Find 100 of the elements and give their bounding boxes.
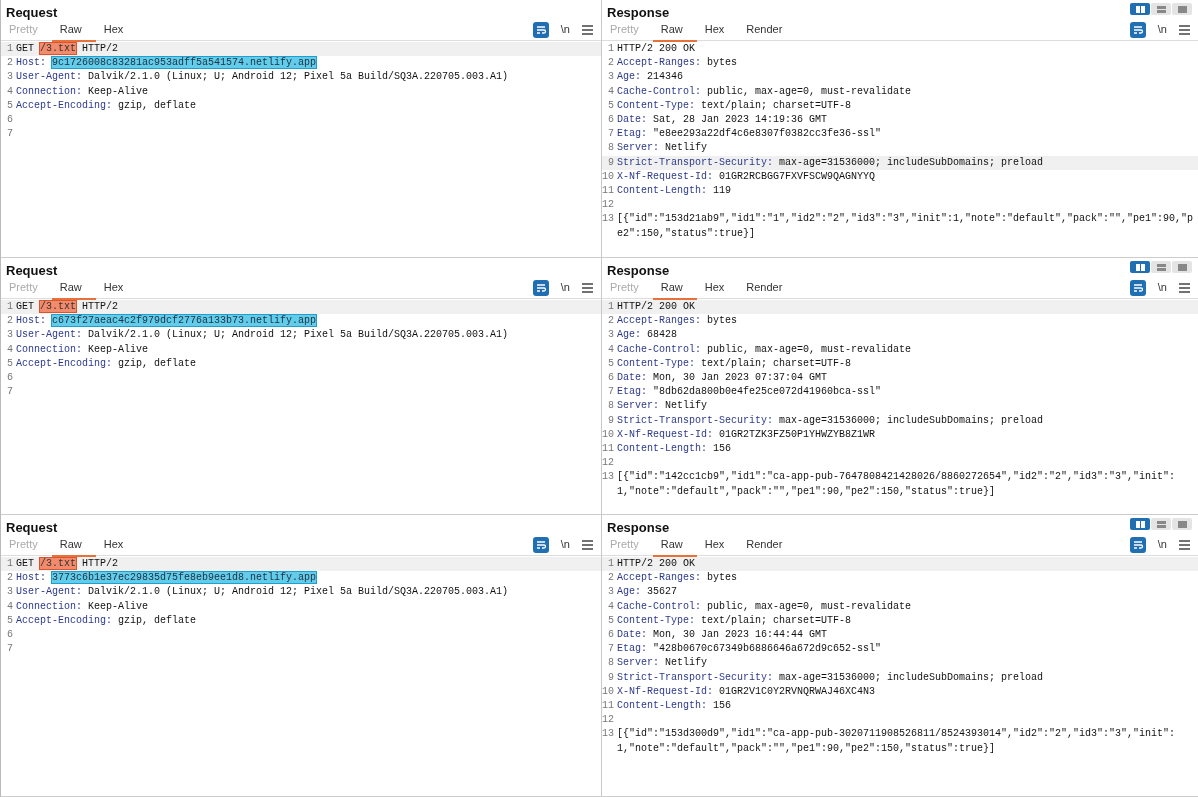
newline-toggle[interactable]: \n	[560, 536, 570, 553]
line-number: 5	[607, 613, 615, 628]
menu-icon[interactable]	[1179, 24, 1190, 35]
view-tab[interactable]: Render	[738, 275, 797, 300]
wrap-toggle-icon[interactable]	[532, 279, 549, 296]
code-text: 68428	[646, 329, 678, 341]
newline-toggle[interactable]: \n	[1157, 536, 1167, 553]
wrap-toggle-icon[interactable]	[532, 536, 549, 553]
line-number: 5	[607, 98, 615, 113]
view-mode-button[interactable]	[1151, 3, 1171, 15]
header-name: Age:	[617, 71, 641, 83]
line-number: 3	[607, 70, 615, 85]
view-mode-button[interactable]	[1151, 261, 1171, 273]
view-tab[interactable]: Render	[738, 532, 797, 557]
header-name: Strict-Transport-Security:	[617, 414, 774, 426]
code-text: 214346	[646, 71, 684, 83]
code-text: Netlify	[664, 400, 708, 412]
view-tab[interactable]: Hex	[696, 17, 739, 42]
line-number: 10	[602, 427, 615, 442]
code-text: HTTP/2 200 OK	[617, 43, 695, 54]
header-name: User-Agent:	[16, 329, 82, 341]
menu-icon[interactable]	[1179, 539, 1190, 550]
code-text: bytes	[706, 57, 738, 69]
line-number: 4	[607, 342, 615, 357]
code-text: Keep-Alive	[87, 85, 149, 97]
code-text: [{"id":"153d300d9","id1":"ca-app-pub-3020711908526811/8524393014","id2":"2","id3":"3","init":1,"note":"default","pack":"","pe1":90,"pe2":150,"status":true}]	[617, 728, 1176, 754]
code-text: Dalvik/2.1.0 (Linux; U; Android 12; Pixel 5a Build/SQ3A.220705.003.A1)	[87, 71, 509, 83]
view-tab[interactable]: Hex	[696, 275, 739, 300]
view-mode-button[interactable]	[1130, 3, 1150, 15]
view-mode-button[interactable]	[1130, 261, 1150, 273]
line-number: 9	[607, 413, 615, 428]
line-number: 6	[6, 113, 14, 127]
line-number: 6	[607, 113, 615, 127]
view-tab[interactable]: Hex	[95, 275, 138, 300]
code-text: Mon, 30 Jan 2023 07:37:04 GMT	[652, 372, 828, 383]
menu-icon[interactable]	[582, 282, 593, 293]
wrap-toggle-icon[interactable]	[532, 21, 549, 38]
wrap-toggle-icon[interactable]	[1129, 536, 1146, 553]
header-name: Accept-Ranges:	[617, 315, 701, 327]
code-text: Netlify	[664, 657, 708, 669]
layout-icon	[1135, 263, 1145, 271]
header-name: Accept-Encoding:	[16, 99, 112, 111]
menu-icon[interactable]	[582, 24, 593, 35]
line-number: 2	[6, 314, 14, 329]
line-number: 7	[607, 127, 615, 142]
header-name: Host:	[16, 315, 47, 327]
view-tab[interactable]: Hex	[696, 532, 739, 557]
view-mode-button[interactable]	[1151, 518, 1171, 530]
view-tab[interactable]: Raw	[652, 17, 697, 42]
line-number: 13	[602, 727, 615, 742]
line-number: 5	[6, 356, 14, 371]
line-number: 9	[607, 670, 615, 685]
line-number: 3	[6, 328, 14, 343]
code-text: 01GR2RCBGG7FXVFSCW9QAGNYYQ	[718, 170, 876, 182]
line-number: 10	[602, 684, 615, 699]
line-number: 3	[6, 70, 14, 85]
view-tab[interactable]: Hex	[95, 532, 138, 557]
wrap-toggle-icon[interactable]	[1129, 21, 1146, 38]
line-number: 3	[6, 585, 14, 600]
view-mode-button[interactable]	[1172, 518, 1192, 530]
line-number: 3	[607, 585, 615, 600]
path-highlight: /3.txt	[40, 558, 77, 569]
line-number: 5	[607, 356, 615, 371]
header-name: User-Agent:	[16, 71, 82, 83]
line-number: 13	[602, 212, 615, 227]
code-text: text/plain; charset=UTF-8	[700, 614, 852, 626]
header-name: Accept-Ranges:	[617, 57, 701, 69]
wrap-toggle-icon[interactable]	[1129, 279, 1146, 296]
line-number: 11	[602, 699, 615, 714]
layout-icon	[1135, 5, 1145, 13]
view-tab[interactable]: Hex	[95, 17, 138, 42]
layout-icon	[1156, 263, 1166, 271]
menu-icon[interactable]	[582, 539, 593, 550]
code-text: [{"id":"142cc1cb9","id1":"ca-app-pub-7647808421428026/8860272654","id2":"2","id3":"3","init":1,"note":"default","pack":"","pe1":90,"pe2":150,"status":true}]	[617, 471, 1176, 497]
newline-toggle[interactable]: \n	[1157, 279, 1167, 296]
header-name: Cache-Control:	[617, 85, 701, 97]
newline-toggle[interactable]: \n	[1157, 21, 1167, 38]
newline-toggle[interactable]: \n	[560, 21, 570, 38]
header-name: X-Nf-Request-Id:	[617, 170, 713, 182]
line-number: 8	[607, 141, 615, 156]
header-name: Accept-Encoding:	[16, 614, 112, 626]
code-text: bytes	[706, 315, 738, 327]
code-text: gzip, deflate	[117, 357, 197, 369]
code-text: HTTP/2 200 OK	[617, 558, 695, 569]
line-number: 9	[607, 155, 615, 170]
view-mode-button[interactable]	[1172, 3, 1192, 15]
code-text: max-age=31536000; includeSubDomains; preload	[778, 156, 1044, 168]
view-mode-button[interactable]	[1172, 261, 1192, 273]
view-tab[interactable]: Render	[738, 17, 797, 42]
code-text: max-age=31536000; includeSubDomains; preload	[778, 671, 1044, 683]
header-name: Content-Length:	[617, 185, 707, 197]
layout-icon	[1177, 5, 1187, 13]
code-text: HTTP/2	[81, 558, 119, 569]
menu-icon[interactable]	[1179, 282, 1190, 293]
newline-toggle[interactable]: \n	[560, 279, 570, 296]
line-number: 7	[607, 385, 615, 400]
line-number: 2	[607, 314, 615, 329]
view-mode-button[interactable]	[1130, 518, 1150, 530]
header-name: Server:	[617, 142, 659, 154]
path-highlight: /3.txt	[40, 301, 77, 312]
